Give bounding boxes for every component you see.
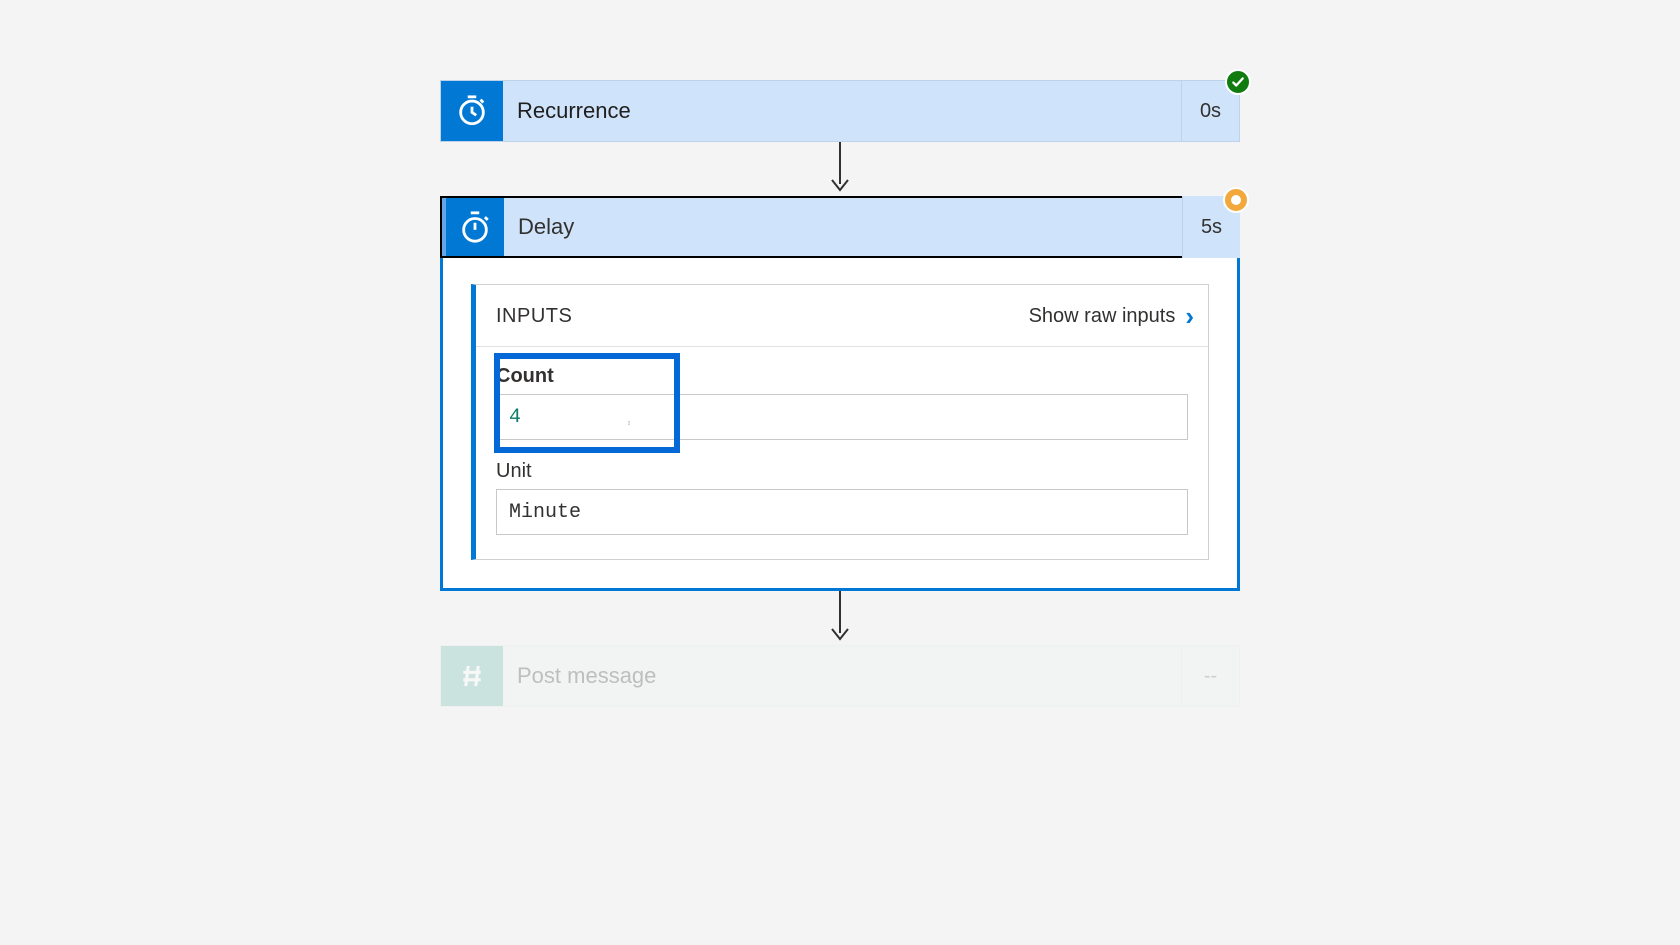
status-running-icon <box>1223 187 1249 213</box>
show-raw-inputs-text: Show raw inputs <box>1029 305 1176 328</box>
step-title: Delay <box>504 198 1182 256</box>
unit-value-box[interactable]: Minute <box>496 489 1188 535</box>
count-value: 4 <box>509 406 521 429</box>
text-cursor-icon <box>628 409 630 437</box>
unit-value: Minute <box>509 501 581 524</box>
flow-canvas: Recurrence 0s Delay <box>0 0 1680 945</box>
count-label: Count <box>496 365 1188 388</box>
clock-icon <box>441 81 503 141</box>
unit-field-group: Unit Minute <box>496 460 1188 535</box>
step-duration: -- <box>1181 646 1239 706</box>
step-post-message[interactable]: Post message -- <box>440 645 1240 707</box>
delay-panel-body: INPUTS Show raw inputs › Count 4 <box>443 258 1237 588</box>
inputs-section: INPUTS Show raw inputs › Count 4 <box>471 284 1209 560</box>
step-recurrence[interactable]: Recurrence 0s <box>440 80 1240 142</box>
show-raw-inputs-link[interactable]: Show raw inputs › <box>1029 301 1194 332</box>
status-success-icon <box>1225 69 1251 95</box>
hash-icon <box>441 646 503 706</box>
unit-label: Unit <box>496 460 1188 483</box>
step-title: Recurrence <box>503 81 1181 141</box>
inputs-label: INPUTS <box>496 305 572 328</box>
connector-arrow <box>440 142 1240 196</box>
count-field-group: Count 4 <box>496 365 1188 440</box>
step-delay-header[interactable]: Delay 5s <box>440 196 1240 258</box>
step-delay-expanded: Delay 5s INPUTS Show raw inputs › Count <box>440 196 1240 591</box>
chevron-right-icon: › <box>1185 301 1194 332</box>
step-title: Post message <box>503 646 1181 706</box>
count-value-box[interactable]: 4 <box>496 394 1188 440</box>
connector-arrow <box>440 591 1240 645</box>
flow-column: Recurrence 0s Delay <box>440 80 1240 707</box>
stopwatch-icon <box>442 198 504 256</box>
